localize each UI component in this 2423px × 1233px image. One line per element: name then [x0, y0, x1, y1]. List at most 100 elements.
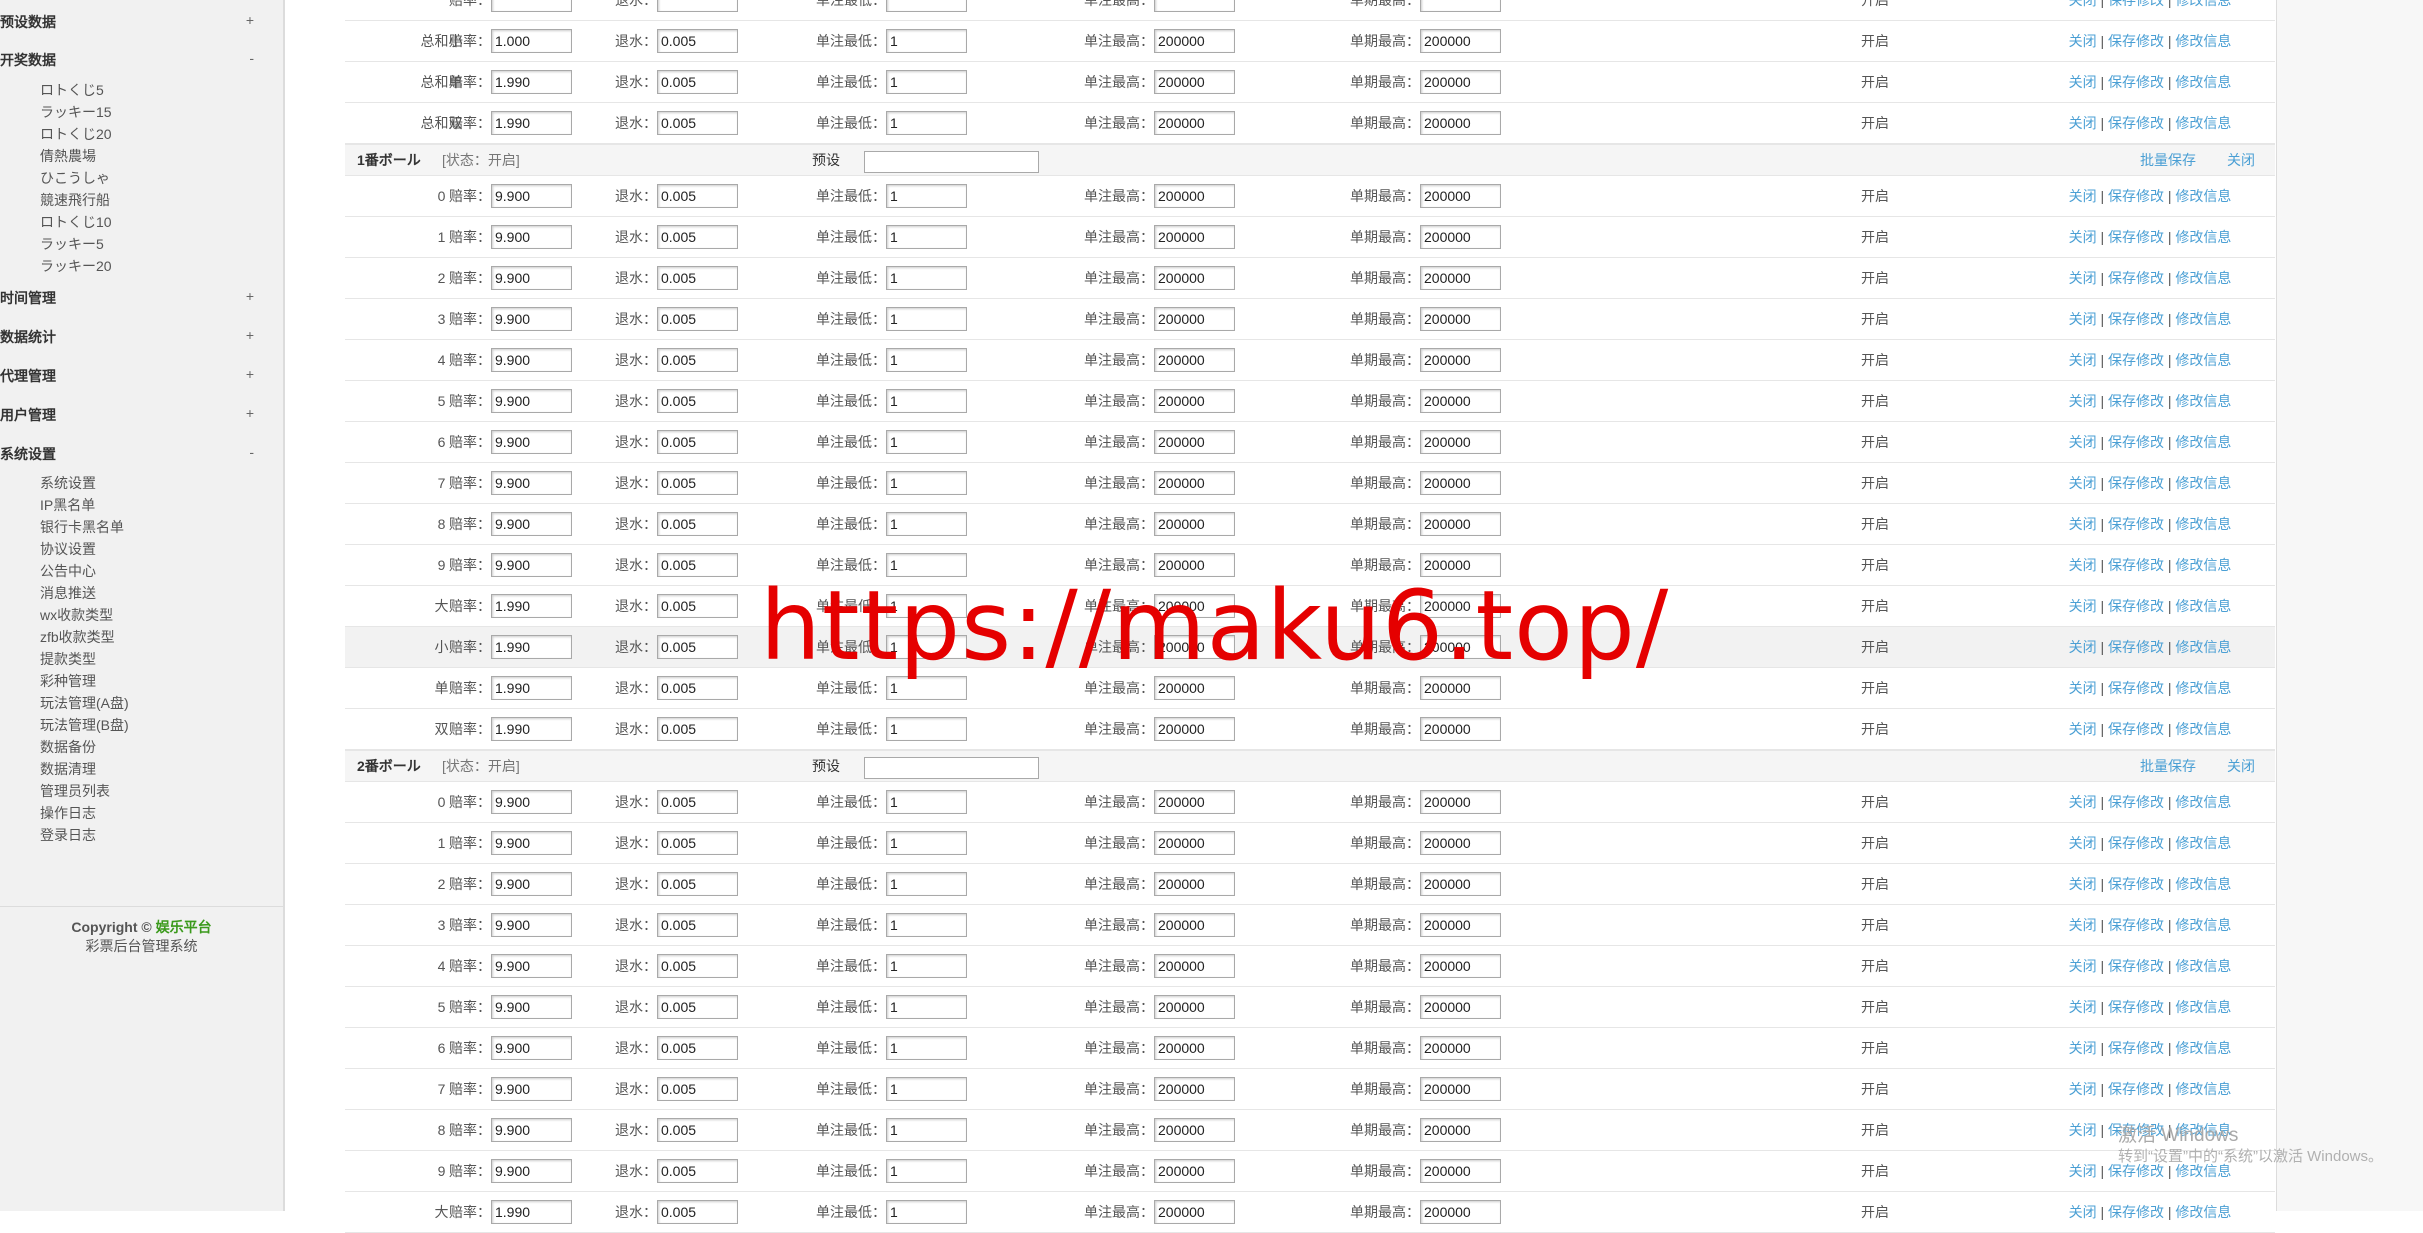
- batch-save-link[interactable]: 批量保存: [2140, 145, 2196, 175]
- min-bet-input[interactable]: 1: [886, 913, 967, 937]
- rebate-input[interactable]: 0.005: [657, 430, 738, 454]
- max-period-input[interactable]: 200000: [1420, 1159, 1501, 1183]
- save-link[interactable]: 保存修改: [2108, 598, 2164, 614]
- close-link[interactable]: 关闭: [2069, 721, 2097, 737]
- save-link[interactable]: 保存修改: [2108, 352, 2164, 368]
- rebate-input[interactable]: 0.005: [657, 553, 738, 577]
- sidebar-item[interactable]: 消息推送: [40, 583, 96, 603]
- save-link[interactable]: 保存修改: [2108, 1081, 2164, 1097]
- max-period-input[interactable]: 200000: [1420, 111, 1501, 135]
- save-link[interactable]: 保存修改: [2108, 917, 2164, 933]
- edit-link[interactable]: 修改信息: [2175, 876, 2231, 892]
- batch-save-link[interactable]: 批量保存: [2140, 751, 2196, 781]
- sidebar-item[interactable]: ラッキー20: [40, 256, 112, 276]
- preset-input[interactable]: [864, 757, 1039, 779]
- max-period-input[interactable]: 200000: [1420, 225, 1501, 249]
- sidebar-item[interactable]: 公告中心: [40, 561, 96, 581]
- save-link[interactable]: 保存修改: [2108, 835, 2164, 851]
- max-period-input[interactable]: 200000: [1420, 29, 1501, 53]
- min-bet-input[interactable]: 1: [886, 954, 967, 978]
- close-link[interactable]: 关闭: [2069, 393, 2097, 409]
- rebate-input[interactable]: 0.005: [657, 266, 738, 290]
- max-period-input[interactable]: 200000: [1420, 995, 1501, 1019]
- min-bet-input[interactable]: 1: [886, 995, 967, 1019]
- close-link[interactable]: 关闭: [2069, 270, 2097, 286]
- min-bet-input[interactable]: 1: [886, 1159, 967, 1183]
- close-link[interactable]: 关闭: [2069, 188, 2097, 204]
- min-bet-input[interactable]: 1: [886, 430, 967, 454]
- save-link[interactable]: 保存修改: [2108, 680, 2164, 696]
- rebate-input[interactable]: 0.005: [657, 389, 738, 413]
- max-bet-input[interactable]: 200000: [1154, 872, 1235, 896]
- min-bet-input[interactable]: 1: [886, 389, 967, 413]
- min-bet-input[interactable]: 1: [886, 1200, 967, 1224]
- sidebar-item[interactable]: 玩法管理(B盘): [40, 715, 129, 735]
- save-link[interactable]: 保存修改: [2108, 958, 2164, 974]
- sidebar-item[interactable]: 协议设置: [40, 539, 96, 559]
- close-link[interactable]: 关闭: [2069, 1122, 2097, 1138]
- edit-link[interactable]: 修改信息: [2175, 229, 2231, 245]
- expand-icon[interactable]: +: [246, 288, 254, 304]
- rebate-input[interactable]: 0.005: [657, 594, 738, 618]
- rebate-input[interactable]: 0.005: [657, 1036, 738, 1060]
- sidebar-item[interactable]: ロトくじ20: [40, 124, 112, 144]
- rebate-input[interactable]: [657, 0, 738, 12]
- sidebar-section[interactable]: 系统设置 -: [0, 444, 260, 464]
- edit-link[interactable]: 修改信息: [2175, 270, 2231, 286]
- min-bet-input[interactable]: 1: [886, 872, 967, 896]
- max-period-input[interactable]: 200000: [1420, 512, 1501, 536]
- min-bet-input[interactable]: 1: [886, 225, 967, 249]
- max-bet-input[interactable]: 200000: [1154, 512, 1235, 536]
- edit-link[interactable]: 修改信息: [2175, 115, 2231, 131]
- preset-input[interactable]: [864, 151, 1039, 173]
- max-bet-input[interactable]: 200000: [1154, 70, 1235, 94]
- close-link[interactable]: 关闭: [2069, 434, 2097, 450]
- sidebar-item[interactable]: 操作日志: [40, 803, 96, 823]
- sidebar-item[interactable]: ロトくじ5: [40, 80, 104, 100]
- close-link[interactable]: 关闭: [2069, 639, 2097, 655]
- max-bet-input[interactable]: 200000: [1154, 29, 1235, 53]
- sidebar-item[interactable]: 彩种管理: [40, 671, 96, 691]
- rebate-input[interactable]: 0.005: [657, 1077, 738, 1101]
- close-link[interactable]: 关闭: [2069, 680, 2097, 696]
- expand-icon[interactable]: +: [246, 327, 254, 343]
- save-link[interactable]: 保存修改: [2108, 311, 2164, 327]
- max-bet-input[interactable]: 200000: [1154, 1036, 1235, 1060]
- close-link[interactable]: 关闭: [2069, 1204, 2097, 1220]
- close-link[interactable]: 关闭: [2069, 33, 2097, 49]
- collapse-icon[interactable]: -: [249, 444, 254, 460]
- sidebar-item[interactable]: 管理员列表: [40, 781, 110, 801]
- expand-icon[interactable]: +: [246, 405, 254, 421]
- rebate-input[interactable]: 0.005: [657, 676, 738, 700]
- save-link[interactable]: 保存修改: [2108, 188, 2164, 204]
- sidebar-item[interactable]: ロトくじ10: [40, 212, 112, 232]
- max-bet-input[interactable]: 200000: [1154, 790, 1235, 814]
- min-bet-input[interactable]: 1: [886, 348, 967, 372]
- sidebar-item[interactable]: 競速飛行船: [40, 190, 110, 210]
- close-link[interactable]: 关闭: [2069, 475, 2097, 491]
- rebate-input[interactable]: 0.005: [657, 717, 738, 741]
- sidebar-item[interactable]: IP黑名单: [40, 495, 95, 515]
- save-link[interactable]: 保存修改: [2108, 434, 2164, 450]
- min-bet-input[interactable]: 1: [886, 1118, 967, 1142]
- rebate-input[interactable]: 0.005: [657, 1118, 738, 1142]
- edit-link[interactable]: 修改信息: [2175, 835, 2231, 851]
- max-period-input[interactable]: 200000: [1420, 1200, 1501, 1224]
- sidebar-section[interactable]: 数据统计 +: [0, 327, 260, 347]
- edit-link[interactable]: 修改信息: [2175, 74, 2231, 90]
- min-bet-input[interactable]: 1: [886, 111, 967, 135]
- save-link[interactable]: 保存修改: [2108, 270, 2164, 286]
- edit-link[interactable]: 修改信息: [2175, 475, 2231, 491]
- sidebar-item[interactable]: 倩熱農場: [40, 146, 96, 166]
- max-period-input[interactable]: 200000: [1420, 954, 1501, 978]
- close-link[interactable]: 关闭: [2069, 229, 2097, 245]
- edit-link[interactable]: 修改信息: [2175, 639, 2231, 655]
- rebate-input[interactable]: 0.005: [657, 307, 738, 331]
- rebate-input[interactable]: 0.005: [657, 111, 738, 135]
- sidebar-section[interactable]: 用户管理 +: [0, 405, 260, 425]
- sidebar-item[interactable]: zfb收款类型: [40, 627, 115, 647]
- close-link[interactable]: 关闭: [2069, 794, 2097, 810]
- edit-link[interactable]: 修改信息: [2175, 721, 2231, 737]
- min-bet-input[interactable]: 1: [886, 512, 967, 536]
- close-link[interactable]: 关闭: [2069, 1081, 2097, 1097]
